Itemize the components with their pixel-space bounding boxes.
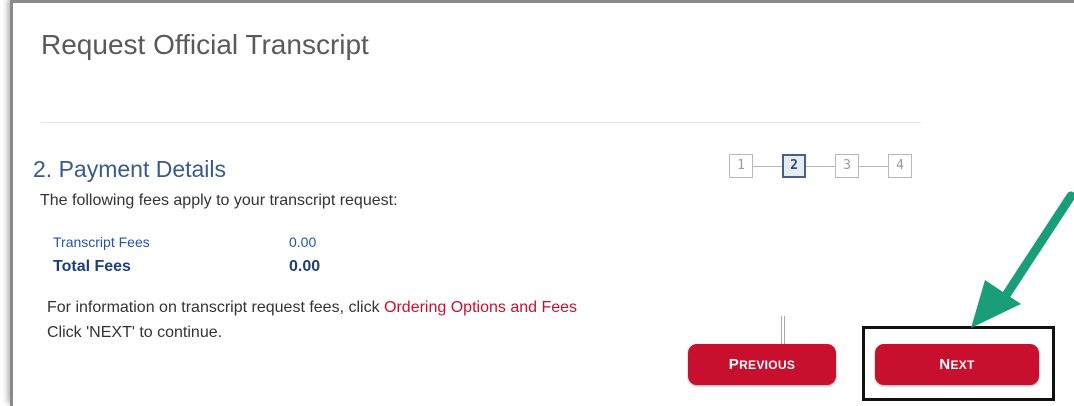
previous-button-rest: REVIOUS bbox=[739, 358, 796, 372]
continue-instruction: Click 'NEXT' to continue. bbox=[47, 324, 223, 341]
total-fees-label: Total Fees bbox=[53, 258, 131, 275]
step-3: 3 bbox=[835, 154, 859, 178]
resize-handle bbox=[781, 316, 785, 344]
previous-button[interactable]: PREVIOUS bbox=[688, 344, 836, 385]
fees-info-prefix: For information on transcript request fe… bbox=[47, 299, 385, 316]
step-4: 4 bbox=[888, 154, 912, 178]
total-fees-value: 0.00 bbox=[289, 258, 321, 275]
green-arrow-icon bbox=[971, 191, 1074, 328]
transcript-fees-value: 0.00 bbox=[289, 234, 317, 250]
title-divider bbox=[41, 122, 921, 123]
step-1: 1 bbox=[729, 154, 753, 178]
section-title: 2. Payment Details bbox=[33, 156, 227, 182]
transcript-fees-label: Transcript Fees bbox=[53, 234, 150, 250]
step-connector bbox=[806, 166, 835, 167]
fees-intro-text: The following fees apply to your transcr… bbox=[40, 192, 398, 209]
content-panel: Request Official Transcript 2. Payment D… bbox=[10, 0, 1074, 406]
step-connector bbox=[753, 166, 782, 167]
step-connector bbox=[859, 166, 888, 167]
step-2-current: 2 bbox=[782, 154, 806, 178]
ordering-options-link[interactable]: Ordering Options and Fees bbox=[384, 299, 577, 316]
step-indicator: 1 2 3 4 bbox=[729, 154, 919, 184]
fees-info-text: For information on transcript request fe… bbox=[47, 299, 577, 317]
page-title: Request Official Transcript bbox=[41, 29, 369, 60]
previous-button-initial: P bbox=[728, 356, 740, 373]
